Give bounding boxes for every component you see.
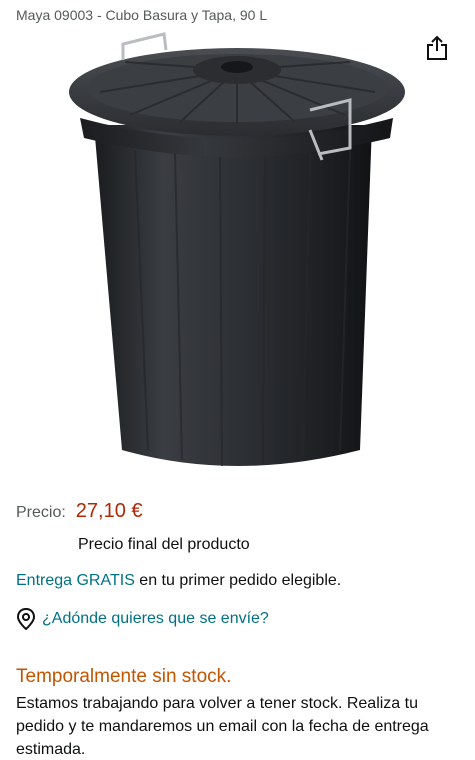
delivery-location-link[interactable]: ¿Adónde quieres que se envíe? — [16, 608, 269, 630]
location-pin-icon — [16, 608, 36, 630]
product-image[interactable] — [60, 30, 415, 480]
price-value: 27,10 € — [75, 500, 143, 522]
product-title: Maya 09003 - Cubo Basura y Tapa, 90 L — [16, 7, 268, 23]
location-text: ¿Adónde quieres que se envíe? — [42, 610, 269, 627]
share-button[interactable] — [424, 34, 450, 62]
availability-status: Temporalmente sin stock. — [16, 666, 232, 687]
delivery-text: en tu primer pedido elegible. — [134, 572, 342, 589]
availability-description: Estamos trabajando para volver a tener s… — [16, 695, 429, 758]
price-label: Precio: — [16, 504, 66, 521]
delivery-info: Entrega GRATIS en tu primer pedido elegi… — [16, 572, 341, 590]
price-row: Precio: 27,10 € — [16, 500, 143, 526]
share-icon — [427, 35, 447, 60]
free-delivery-link[interactable]: Entrega GRATIS — [16, 572, 135, 589]
price-note: Precio final del producto — [78, 536, 250, 553]
